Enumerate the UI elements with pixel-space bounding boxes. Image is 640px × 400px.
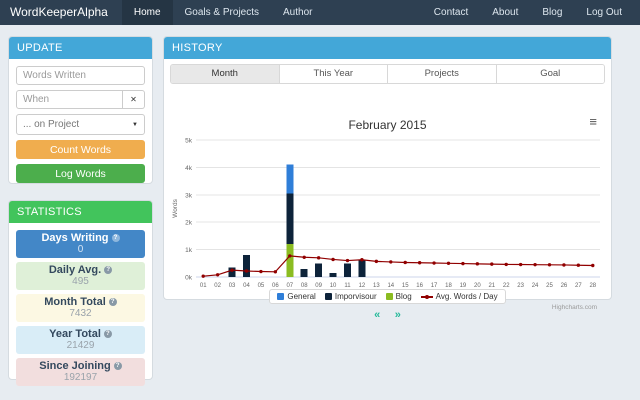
top-navbar: WordKeeperAlpha HomeGoals & ProjectsAuth…: [0, 0, 640, 25]
help-icon[interactable]: ?: [109, 298, 117, 306]
statistics-list: Days Writing?0 Daily Avg.?495 Month Total?…: [9, 223, 152, 393]
svg-text:28: 28: [589, 283, 596, 289]
when-input[interactable]: [16, 90, 123, 109]
svg-text:26: 26: [561, 283, 568, 289]
navbar-right: ContactAboutBlogLog Out: [422, 0, 640, 25]
svg-text:Words: Words: [172, 198, 179, 217]
nav-item-log-out[interactable]: Log Out: [574, 0, 634, 25]
stat-days-writing: Days Writing?0: [16, 230, 145, 258]
svg-text:2k: 2k: [185, 220, 193, 227]
legend-line-icon: [421, 296, 433, 298]
svg-text:4k: 4k: [185, 165, 193, 172]
stat-month-total: Month Total?7432: [16, 294, 145, 322]
log-words-button[interactable]: Log Words: [16, 164, 145, 183]
clear-when-button[interactable]: ✕: [123, 90, 145, 109]
nav-item-about[interactable]: About: [480, 0, 530, 25]
help-icon[interactable]: ?: [114, 362, 122, 370]
stat-label: Year Total?: [16, 328, 145, 340]
svg-text:04: 04: [243, 283, 250, 289]
svg-text:5k: 5k: [185, 138, 193, 145]
svg-text:27: 27: [575, 283, 582, 289]
svg-text:02: 02: [214, 283, 221, 289]
next-month-button[interactable]: »: [395, 309, 401, 321]
legend-dot-icon: [425, 295, 429, 299]
svg-text:25: 25: [546, 283, 553, 289]
stat-value: 21429: [16, 340, 145, 351]
chart-legend-inner: General Imporvisour Blog Avg. Words / Day: [269, 289, 505, 304]
prev-month-button[interactable]: «: [374, 309, 380, 321]
svg-text:24: 24: [532, 283, 539, 289]
project-select-value: ... on Project: [23, 119, 79, 130]
stat-label: Since Joining?: [16, 360, 145, 372]
help-icon[interactable]: ?: [104, 330, 112, 338]
legend-swatch-icon: [277, 293, 284, 300]
legend-item-general[interactable]: General: [277, 292, 315, 301]
stat-value: 7432: [16, 308, 145, 319]
project-select[interactable]: ... on Project ▼: [16, 114, 145, 135]
nav-item-blog[interactable]: Blog: [530, 0, 574, 25]
help-icon[interactable]: ?: [104, 266, 112, 274]
legend-swatch-icon: [325, 293, 332, 300]
svg-text:01: 01: [200, 283, 207, 289]
legend-label: Blog: [396, 292, 412, 301]
nav-item-home[interactable]: Home: [122, 0, 173, 25]
svg-text:1k: 1k: [185, 247, 193, 254]
stat-value: 0: [16, 244, 145, 255]
legend-label: General: [287, 292, 315, 301]
update-panel: UPDATE ✕ ... on Project ▼ Count Words Lo…: [8, 36, 153, 184]
svg-text:03: 03: [229, 283, 236, 289]
stat-since-joining: Since Joining?192197: [16, 358, 145, 386]
legend-label: Avg. Words / Day: [436, 292, 498, 301]
legend-label: Imporvisour: [335, 292, 377, 301]
stat-daily-avg: Daily Avg.?495: [16, 262, 145, 290]
statistics-panel-heading: STATISTICS: [9, 201, 152, 223]
help-icon[interactable]: ?: [112, 234, 120, 242]
tab-projects[interactable]: Projects: [387, 65, 496, 83]
stat-label: Daily Avg.?: [16, 264, 145, 276]
svg-text:0k: 0k: [185, 275, 193, 282]
update-panel-heading: UPDATE: [9, 37, 152, 59]
tab-this-year[interactable]: This Year: [279, 65, 388, 83]
stat-value: 192197: [16, 372, 145, 383]
month-pager: « »: [164, 305, 611, 323]
update-panel-body: ✕ ... on Project ▼ Count Words Log Words: [9, 59, 152, 190]
legend-item-imporvisour[interactable]: Imporvisour: [325, 292, 377, 301]
history-panel-heading: HISTORY: [164, 37, 611, 59]
statistics-panel: STATISTICS Days Writing?0 Daily Avg.?495 M…: [8, 200, 153, 380]
history-chart: 0k1k2k3k4k5kWords01020304050607080910111…: [170, 134, 606, 294]
history-panel-body: MonthThis YearProjectsGoal February 2015…: [164, 64, 611, 304]
tab-goal[interactable]: Goal: [496, 65, 605, 83]
svg-text:23: 23: [517, 283, 524, 289]
legend-item-blog[interactable]: Blog: [386, 292, 412, 301]
count-words-button[interactable]: Count Words: [16, 140, 145, 159]
when-input-group: ✕: [16, 90, 145, 109]
stat-value: 495: [16, 276, 145, 287]
wordkeeper-app: WordKeeperAlpha HomeGoals & ProjectsAuth…: [0, 0, 640, 400]
words-written-input[interactable]: [16, 66, 145, 85]
brand-logo[interactable]: WordKeeperAlpha: [0, 0, 122, 25]
chevron-down-icon: ▼: [132, 122, 138, 128]
legend-swatch-icon: [386, 293, 393, 300]
nav-item-contact[interactable]: Contact: [422, 0, 480, 25]
navbar-left: HomeGoals & ProjectsAuthor: [122, 0, 325, 25]
stat-label: Month Total?: [16, 296, 145, 308]
chart-title: February 2015: [164, 118, 611, 132]
close-icon: ✕: [130, 95, 137, 104]
stat-year-total: Year Total?21429: [16, 326, 145, 354]
history-tabbar: MonthThis YearProjectsGoal: [170, 64, 605, 84]
legend-item-avg-words-day[interactable]: Avg. Words / Day: [421, 292, 498, 301]
tab-month[interactable]: Month: [171, 65, 279, 83]
stat-label: Days Writing?: [16, 232, 145, 244]
chart-credits: Highcharts.com: [552, 304, 597, 311]
svg-text:22: 22: [503, 283, 510, 289]
history-panel: HISTORY MonthThis YearProjectsGoal Febru…: [163, 36, 612, 300]
nav-item-author[interactable]: Author: [271, 0, 324, 25]
svg-text:3k: 3k: [185, 192, 193, 199]
nav-item-goals-projects[interactable]: Goals & Projects: [173, 0, 271, 25]
chart-menu-icon[interactable]: ≡: [589, 116, 597, 128]
svg-text:05: 05: [258, 283, 265, 289]
